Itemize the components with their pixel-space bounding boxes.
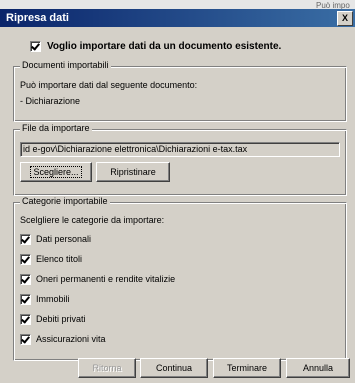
category-label: Oneri permanenti e rendite vitalizie [36, 274, 176, 284]
categories-group: Categorie importabile Scelgliere le cate… [13, 196, 347, 361]
import-existing-checkbox[interactable]: Voglio importare dati da un documento es… [30, 41, 281, 52]
cancel-button[interactable]: Annulla [286, 358, 350, 378]
back-button[interactable]: Ritorna [78, 358, 136, 378]
checkbox-checked-icon [20, 334, 31, 346]
checkbox-checked-icon [20, 294, 31, 306]
checkbox-checked-icon [20, 234, 31, 246]
cancel-label: Annulla [302, 363, 334, 373]
documents-intro-text: Può importare dati dal seguente document… [20, 80, 198, 90]
checkbox-checked-icon [20, 274, 31, 286]
documents-group: Documenti importabili Può importare dati… [13, 60, 347, 122]
category-checkbox-debiti-privati[interactable]: Debiti privati [20, 314, 86, 326]
checkbox-checked-icon [20, 314, 31, 326]
category-checkbox-immobili[interactable]: Immobili [20, 294, 70, 306]
import-dialog: Ripresa dati X Voglio importare dati da … [0, 9, 355, 383]
continue-label: Continua [155, 363, 193, 373]
title-bar[interactable]: Ripresa dati X [0, 9, 355, 27]
category-checkbox-assicurazioni-vita[interactable]: Assicurazioni vita [20, 334, 106, 346]
documents-legend: Documenti importabili [20, 60, 111, 70]
checkbox-checked-icon [30, 41, 41, 52]
categories-legend: Categorie importabile [20, 196, 110, 206]
category-label: Elenco titoli [36, 254, 83, 264]
close-button[interactable]: X [337, 11, 353, 26]
category-checkbox-elenco-titoli[interactable]: Elenco titoli [20, 254, 83, 266]
category-label: Dati personali [36, 234, 92, 244]
import-existing-label: Voglio importare dati da un documento es… [47, 41, 282, 53]
choose-file-label: Scegliere... [30, 166, 82, 178]
category-label: Immobili [36, 294, 70, 304]
window-title: Ripresa dati [6, 12, 69, 24]
category-checkbox-oneri[interactable]: Oneri permanenti e rendite vitalizie [20, 274, 176, 286]
choose-file-button[interactable]: Scegliere... [20, 162, 92, 182]
finish-label: Terminare [226, 363, 267, 373]
back-label: Ritorna [92, 363, 122, 373]
category-label: Debiti privati [36, 314, 86, 324]
file-legend: File da importare [20, 123, 92, 133]
file-group: File da importare id e-gov\Dichiarazione… [13, 123, 347, 196]
documents-item-text: - Dichiarazione [20, 96, 81, 106]
categories-instruction: Scelgliere le categorie da importare: [20, 215, 165, 225]
continue-button[interactable]: Continua [140, 358, 208, 378]
category-checkbox-dati-personali[interactable]: Dati personali [20, 234, 92, 246]
category-label: Assicurazioni vita [36, 334, 106, 344]
finish-button[interactable]: Terminare [213, 358, 281, 378]
restore-label: Ripristinare [110, 167, 156, 177]
close-icon: X [341, 13, 348, 23]
file-path-field[interactable]: id e-gov\Dichiarazione elettronica\Dichi… [20, 142, 340, 157]
checkbox-checked-icon [20, 254, 31, 266]
restore-button[interactable]: Ripristinare [96, 162, 170, 182]
